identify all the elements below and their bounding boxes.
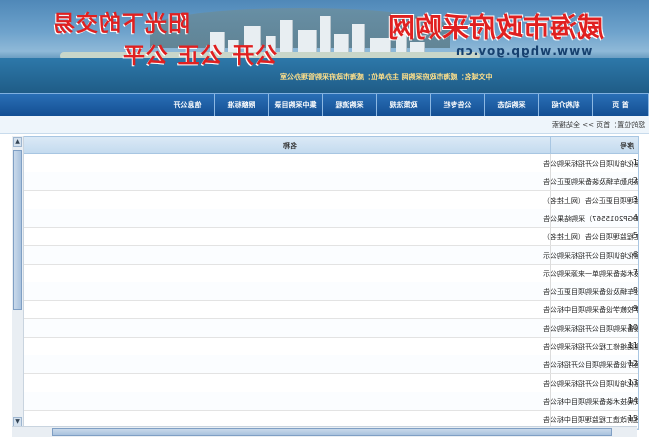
horizontal-scrollbar[interactable] — [12, 426, 637, 437]
row-number-cell: 6 — [550, 245, 638, 264]
row-number: 3 — [632, 194, 638, 204]
horizontal-scroll-thumb[interactable] — [52, 428, 612, 436]
header-title: 名称 — [283, 142, 297, 150]
table-row[interactable]: 威海市文登区住房和城乡建设局采购项目（WDGP2015567）采购结果公告4 — [13, 208, 638, 228]
row-number-cell: 7 — [550, 263, 638, 282]
vertical-scrollbar[interactable]: ▲ ▼ — [12, 136, 24, 428]
table-row[interactable]: 威海市环翠区城市管理局环卫作业车辆及设备采购项目公开招标采购公告10 — [13, 318, 638, 338]
row-number: 12 — [627, 359, 638, 369]
row-number: 10 — [627, 322, 638, 332]
row-number: 11 — [627, 341, 638, 350]
row-number-cell: 4 — [550, 208, 638, 227]
breadcrumb: 您的位置：首页 >> 全站搜索 — [0, 116, 649, 134]
site-title: 威海市政府采购网 — [388, 13, 604, 44]
row-number-cell: 12 — [550, 355, 638, 374]
nav-info-disclosure[interactable]: 信息公开 — [161, 94, 215, 116]
site-url: www.whgp.gov.cn — [455, 44, 593, 58]
row-number-cell: 1 — [550, 154, 638, 172]
nav-policies[interactable]: 政策法规 — [377, 94, 431, 116]
row-number: 13 — [627, 377, 638, 387]
table-row[interactable]: 威海市公安局关于公安局技术装备采购单一来源采购公示7 — [13, 263, 638, 283]
table-row[interactable]: 威海市文登区经济和信息化局关于企业人员信息化培训项目公开招标采购公告13 — [13, 373, 638, 393]
main-nav: 首 页 机构介绍 采购动态 公告专栏 政策法规 采购流程 集中采购目录 限额标准… — [0, 93, 649, 117]
row-number: 15 — [627, 414, 638, 424]
nav-procurement-news[interactable]: 采购动态 — [485, 94, 539, 116]
row-number-cell: 8 — [550, 282, 638, 301]
row-number-cell: 14 — [550, 391, 638, 410]
row-number: 7 — [632, 267, 638, 277]
table-row[interactable]: 威海市文登区经济和信息化局关于企业人员信息化培训项目公开招标采购公示6 — [13, 245, 638, 265]
table-row[interactable]: 威海市文登区经济和信息化局关于产业园区企业人员信息化培训项目公开招标采购公告1 — [13, 154, 638, 173]
nav-about[interactable]: 机构介绍 — [539, 94, 593, 116]
table-row[interactable]: 威海市环翠区城市管理局环卫作业车辆及设备采购项目更正公告8 — [13, 282, 638, 302]
row-number-cell: 3 — [550, 190, 638, 209]
table-row[interactable]: 威海市文登区住房和城乡建设局2015年农村危房改造工程监理项目公告（网上挂名）5 — [13, 227, 638, 247]
row-number: 1 — [632, 158, 638, 167]
site-info: 中文域名：威海市政府采购网 主办单位：威海市政府采购管理办公室 — [280, 73, 493, 81]
nav-announcements[interactable]: 公告专栏 — [431, 94, 485, 116]
nav-home[interactable]: 首 页 — [593, 94, 649, 116]
header-no: 序号 — [620, 142, 634, 150]
row-number-cell: 11 — [550, 337, 638, 355]
row-number: 2 — [632, 176, 638, 186]
row-number: 4 — [632, 212, 638, 222]
table-row[interactable]: 威海市公安局技术装备采购项目中标公告14 — [13, 391, 638, 411]
banner-slogan-line2: 公开 公正 公平 — [122, 43, 278, 69]
row-number: 5 — [632, 231, 638, 241]
breadcrumb-text: 您的位置：首页 >> 全站搜索 — [551, 121, 645, 129]
table-row[interactable]: 威海市环翠区住房和城乡建设局城市管理执法执勤车辆及装备采购更正公告2 — [13, 172, 638, 192]
nav-quota-standard[interactable]: 限额标准 — [215, 94, 269, 116]
nav-central-catalog[interactable]: 集中采购目录 — [269, 94, 323, 116]
table-row[interactable]: 威海市卫生和计划生育委员会医疗设备采购项目公开招标公告12 — [13, 355, 638, 375]
row-number-cell: 9 — [550, 300, 638, 319]
nav-process[interactable]: 采购流程 — [323, 94, 377, 116]
header-no-cell: 序号 — [550, 137, 638, 153]
table-row[interactable]: 威海市文登区住房和城乡建设局2015年农村危房改造工程监理项目更正公告（网上挂名… — [13, 190, 638, 210]
search-results-table: 名称 序号 威海市文登区经济和信息化局关于产业园区企业人员信息化培训项目公开招标… — [12, 136, 639, 430]
row-number-cell: 5 — [550, 227, 638, 246]
row-number-cell: 13 — [550, 373, 638, 392]
row-number: 8 — [632, 286, 638, 296]
row-number: 9 — [632, 304, 638, 314]
row-number: 14 — [627, 395, 638, 405]
table-row[interactable]: 威海市文登区教育局关于学校教学设备采购项目中标公告9 — [13, 300, 638, 320]
table-header: 名称 序号 — [13, 137, 638, 154]
banner-slogan-line1: 阳光下的交易 — [52, 11, 191, 37]
row-number: 6 — [632, 249, 638, 259]
scroll-up-arrow-icon[interactable]: ▲ — [13, 137, 22, 147]
row-number-cell: 10 — [550, 318, 638, 337]
table-row[interactable]: 威海市文登区住房和城乡建设局城市道路维修工程公开招标采购公告11 — [13, 337, 638, 356]
vertical-scroll-thumb[interactable] — [13, 150, 22, 310]
row-number-cell: 2 — [550, 172, 638, 191]
site-banner: 阳光下的交易 公开 公正 公平 威海市政府采购网 www.whgp.gov.cn… — [0, 0, 649, 93]
